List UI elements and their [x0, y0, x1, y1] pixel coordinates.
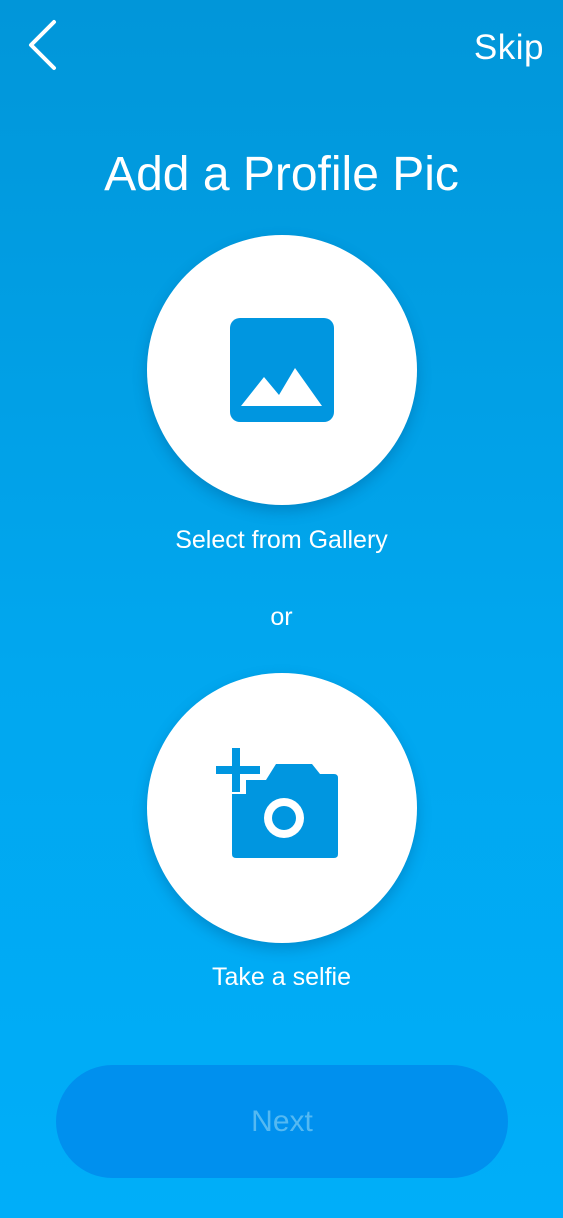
take-selfie-label[interactable]: Take a selfie — [0, 961, 563, 993]
take-selfie-button[interactable] — [147, 673, 417, 943]
add-photo-camera-icon — [216, 748, 338, 858]
skip-button[interactable]: Skip — [474, 28, 544, 68]
back-button[interactable] — [18, 16, 66, 74]
chevron-left-icon — [29, 20, 56, 70]
next-button[interactable]: Next — [56, 1065, 508, 1178]
page-title: Add a Profile Pic — [104, 148, 459, 201]
select-from-gallery-label[interactable]: Select from Gallery — [0, 524, 563, 556]
select-from-gallery-button[interactable] — [147, 235, 417, 505]
image-icon — [230, 318, 334, 422]
or-separator: or — [270, 603, 293, 631]
